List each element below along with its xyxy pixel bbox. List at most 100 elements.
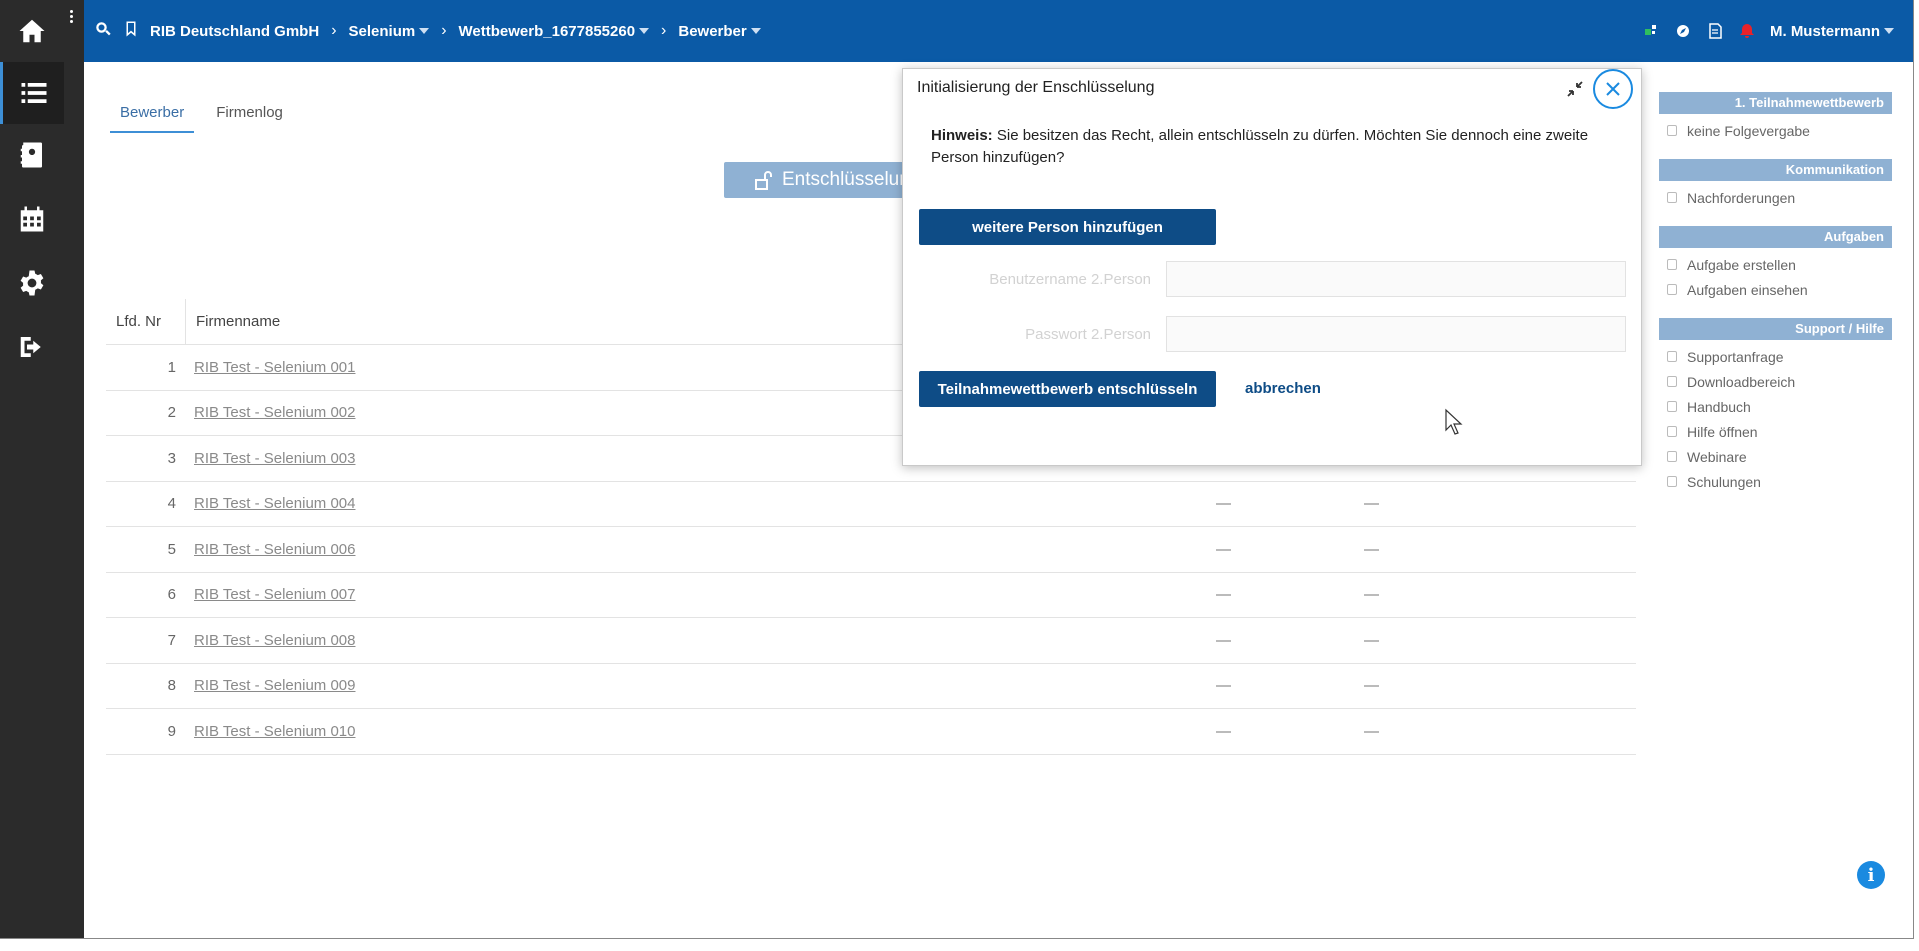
breadcrumb-item-company[interactable]: RIB Deutschland GmbH [150,23,319,40]
status-cell: — [1364,495,1379,513]
status-grid-icon[interactable] [1642,22,1660,40]
panel-group: Support / Hilfe Supportanfrage Downloadber… [1659,318,1892,494]
left-sidebar [0,0,64,938]
panel-link-label: Aufgaben einsehen [1687,281,1808,298]
password-input[interactable] [1166,316,1626,352]
panel-group-title: 1. Teilnahmewettbewerb [1659,92,1892,114]
topbar-right: M. Mustermann [1642,0,1894,62]
calendar-icon[interactable] [0,188,64,250]
breadcrumb-label: RIB Deutschland GmbH [150,22,320,40]
panel-link[interactable]: Handbuch [1659,394,1892,419]
row-number: 8 [167,677,176,695]
company-link[interactable]: RIB Test - Selenium 007 [186,586,355,603]
column-header-nr[interactable]: Lfd. Nr [106,298,186,345]
page-icon [1667,192,1677,203]
add-person-button[interactable]: weitere Person hinzufügen [919,209,1216,245]
decrypt-button[interactable]: Entschlüsselung [724,162,924,198]
status-cell: — [1216,631,1231,649]
panel-link[interactable]: Aufgabe erstellen [1659,252,1892,277]
page-icon [1667,284,1677,295]
logout-icon[interactable] [0,316,64,378]
panel-link[interactable]: Nachforderungen [1659,185,1892,210]
bell-icon[interactable] [1738,22,1756,40]
list-icon[interactable] [0,62,64,124]
chevron-right-icon: › [331,22,337,39]
page-icon [1667,351,1677,362]
sidebar-toggle-strip [64,0,84,938]
tab-bewerber[interactable]: Bewerber [110,98,195,133]
contacts-icon[interactable] [0,124,64,186]
panel-link-label: Handbuch [1687,398,1751,415]
breadcrumb-item-project[interactable]: Selenium [349,23,430,40]
cancel-link[interactable]: abbrechen [1245,380,1321,397]
breadcrumb-item-competition[interactable]: Wettbewerb_1677855260 [459,23,650,40]
company-link[interactable]: RIB Test - Selenium 009 [186,677,355,694]
password-label: Passwort 2.Person [1025,326,1151,343]
breadcrumb-label: Wettbewerb_1677855260 [458,22,636,40]
company-link[interactable]: RIB Test - Selenium 004 [186,495,355,512]
panel-link[interactable]: Webinare [1659,444,1892,469]
row-number: 4 [167,495,176,513]
status-cell: — [1364,677,1379,695]
page-icon [1667,125,1677,136]
panel-group-title: Support / Hilfe [1659,318,1892,340]
panel-link[interactable]: Aufgaben einsehen [1659,277,1892,302]
breadcrumb-item-section[interactable]: Bewerber [678,23,761,40]
status-cell: — [1364,722,1379,740]
panel-group: Kommunikation Nachforderungen [1659,159,1892,210]
row-number: 7 [167,631,176,649]
table-row: 6 RIB Test - Selenium 007 — — [106,573,1636,618]
status-cell: — [1364,586,1379,604]
company-link[interactable]: RIB Test - Selenium 008 [186,632,355,649]
gear-icon[interactable] [0,252,64,314]
row-number: 3 [167,449,176,467]
page-icon [1667,426,1677,437]
page-icon [1667,376,1677,387]
search-icon[interactable] [94,20,112,38]
dialog-hint: Hinweis: Sie besitzen das Recht, allein … [931,125,1611,169]
company-link[interactable]: RIB Test - Selenium 002 [186,404,355,421]
compress-icon[interactable] [1565,79,1585,99]
encryption-dialog: Initialisierung der Enschlüsselung Hinwe… [902,68,1642,466]
panel-link-label: Schulungen [1687,473,1761,490]
panel-link[interactable]: Supportanfrage [1659,344,1892,369]
company-link[interactable]: RIB Test - Selenium 001 [186,359,355,376]
panel-link-label: keine Folgevergabe [1687,122,1810,139]
panel-group-title: Aufgaben [1659,226,1892,248]
row-number: 5 [167,540,176,558]
user-menu[interactable]: M. Mustermann [1770,23,1894,40]
company-link[interactable]: RIB Test - Selenium 003 [186,450,355,467]
row-number: 1 [167,358,176,376]
page-icon [1667,401,1677,412]
unlock-icon [755,171,772,190]
tab-firmenlog[interactable]: Firmenlog [206,98,293,133]
more-vertical-icon[interactable] [70,10,76,26]
panel-group: 1. Teilnahmewettbewerb keine Folgevergabe [1659,92,1892,143]
column-header-name[interactable]: Firmenname [186,313,280,330]
row-number: 9 [167,722,176,740]
company-link[interactable]: RIB Test - Selenium 006 [186,541,355,558]
panel-group-title: Kommunikation [1659,159,1892,181]
tab-bar: Bewerber Firmenlog [110,98,305,133]
home-icon[interactable] [0,0,64,62]
table-row: 9 RIB Test - Selenium 010 — — [106,709,1636,755]
close-button[interactable] [1593,69,1633,109]
decrypt-competition-button[interactable]: Teilnahmewettbewerb entschlüsseln [919,371,1216,407]
compass-icon[interactable] [1674,22,1692,40]
company-link[interactable]: RIB Test - Selenium 010 [186,723,355,740]
decrypt-button-label: Entschlüsselung [782,169,921,190]
username-input[interactable] [1166,261,1626,297]
panel-link[interactable]: Downloadbereich [1659,369,1892,394]
bookmark-icon[interactable] [122,20,140,38]
info-icon[interactable]: i [1857,861,1885,889]
panel-link[interactable]: keine Folgevergabe [1659,118,1892,143]
panel-link[interactable]: Hilfe öffnen [1659,419,1892,444]
table-row: 8 RIB Test - Selenium 009 — — [106,664,1636,709]
dialog-title: Initialisierung der Enschlüsselung [917,79,1155,96]
caret-down-icon [639,28,650,34]
document-icon[interactable] [1706,22,1724,40]
status-cell: — [1216,495,1231,513]
panel-link[interactable]: Schulungen [1659,469,1892,494]
status-cell: — [1364,631,1379,649]
caret-down-icon [1884,28,1894,34]
